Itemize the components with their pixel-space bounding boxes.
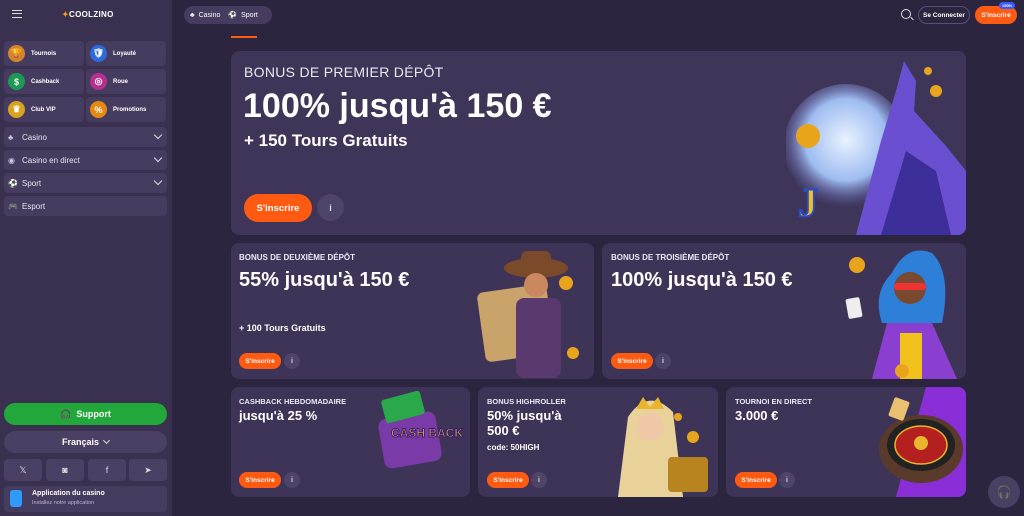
- sidebar-item-esport[interactable]: 🎮 Esport: [4, 196, 167, 216]
- nav-label: Casino: [22, 132, 47, 142]
- sidebar: ✦COOLZINO 🏆 Tournois 🛡 Loyauté $ Cashbac…: [0, 0, 172, 516]
- nav-label: Casino en direct: [22, 155, 80, 165]
- roulette-illustration: [879, 387, 966, 497]
- live-icon: ◉: [8, 155, 15, 165]
- info-icon[interactable]: i: [317, 194, 344, 221]
- promo-card-second-deposit: BONUS DE DEUXIÈME DÉPÔT 55% jusqu'à 150 …: [231, 243, 594, 379]
- promo-signup-button[interactable]: S'inscrire: [487, 472, 529, 488]
- promo-subline: code: 50HIGH: [487, 443, 540, 452]
- tile-label: Tournois: [31, 50, 57, 57]
- instagram-icon[interactable]: ◙: [46, 459, 84, 481]
- promo-signup-button[interactable]: S'inscrire: [239, 353, 281, 369]
- app-download[interactable]: Application du casino Installez notre ap…: [4, 486, 167, 512]
- chat-support-icon[interactable]: 🎧: [988, 476, 1020, 508]
- hero-banner: BONUS DE PREMIER DÉPÔT 100% jusqu'à 150 …: [231, 51, 966, 235]
- promo-headline: 3.000 €: [735, 408, 779, 423]
- hero-kicker: BONUS DE PREMIER DÉPÔT: [244, 64, 444, 80]
- cashback-illustration: CASH BACK: [378, 390, 464, 469]
- info-icon[interactable]: i: [531, 472, 547, 488]
- phone-icon: [10, 490, 22, 507]
- sidebar-tile-promotions[interactable]: % Promotions: [86, 97, 166, 122]
- info-icon[interactable]: i: [284, 353, 300, 369]
- sidebar-header: ✦COOLZINO: [0, 0, 172, 34]
- cashback-icon: $: [8, 73, 25, 90]
- promo-card-third-deposit: BONUS DE TROISIÈME DÉPÔT 100% jusqu'à 15…: [602, 243, 966, 379]
- ball-icon: ⚽: [228, 12, 238, 19]
- promo-headline: jusqu'à 25 %: [239, 408, 318, 423]
- chevron-down-icon[interactable]: [153, 130, 163, 140]
- info-icon[interactable]: i: [655, 353, 671, 369]
- trophy-icon: 🏆: [8, 45, 25, 62]
- promo-card-highroller: BONUS HIGHROLLER 50% jusqu'à 500 € code:…: [478, 387, 718, 497]
- sidebar-tile-club-vip[interactable]: ♛ Club VIP: [4, 97, 84, 122]
- tab-casino[interactable]: Casino: [199, 12, 221, 19]
- support-button[interactable]: 🎧 Support: [4, 403, 167, 425]
- sidebar-tile-tournois[interactable]: 🏆 Tournois: [4, 41, 84, 66]
- info-icon[interactable]: i: [284, 472, 300, 488]
- tile-label: Club VIP: [31, 106, 56, 113]
- gambler-woman-illustration: [845, 250, 957, 379]
- sidebar-item-casino-en-direct[interactable]: ◉ Casino en direct: [4, 150, 167, 170]
- promo-subline: + 100 Tours Gratuits: [239, 323, 326, 333]
- promo-signup-button[interactable]: S'inscrire: [611, 353, 653, 369]
- tile-label: Promotions: [113, 106, 147, 113]
- promo-kicker: BONUS DE TROISIÈME DÉPÔT: [611, 253, 730, 262]
- sidebar-tile-cashback[interactable]: $ Cashback: [4, 69, 84, 94]
- tile-label: Loyauté: [113, 50, 137, 57]
- promo-kicker: BONUS HIGHROLLER: [487, 397, 566, 406]
- hero-signup-button[interactable]: S'inscrire: [244, 194, 312, 222]
- ball-icon: ⚽: [8, 178, 18, 188]
- crown-icon: ♛: [8, 101, 25, 118]
- top-bar: ♣ Casino ⚽ Sport Se Connecter S'inscrire…: [172, 0, 1024, 34]
- info-icon[interactable]: i: [779, 472, 795, 488]
- cards-icon: ♣: [8, 132, 14, 142]
- nav-label: Sport: [22, 178, 42, 188]
- telegram-icon[interactable]: ➤: [129, 459, 167, 481]
- tile-label: Roue: [113, 78, 128, 85]
- nav-label: Esport: [22, 201, 46, 211]
- section-switch: ♣ Casino ⚽ Sport: [184, 6, 272, 24]
- promo-headline: 55% jusqu'à 150 €: [239, 269, 410, 291]
- chevron-down-icon[interactable]: [153, 176, 163, 186]
- gamepad-icon: 🎮: [8, 201, 18, 211]
- search-icon[interactable]: [901, 9, 911, 19]
- sidebar-item-sport[interactable]: ⚽ Sport: [4, 173, 167, 193]
- hero-headline: 100% jusqu'à 150 €: [243, 87, 552, 125]
- svg-text:J: J: [798, 180, 818, 225]
- logo[interactable]: ✦COOLZINO: [62, 10, 114, 19]
- sidebar-tile-loyaute[interactable]: 🛡 Loyauté: [86, 41, 166, 66]
- wolf-illustration: J: [786, 61, 966, 235]
- sidebar-tile-roue[interactable]: ◎ Roue: [86, 69, 166, 94]
- cards-icon: ♣: [190, 11, 195, 19]
- queen-illustration: [618, 397, 708, 497]
- x-icon[interactable]: 𝕏: [4, 459, 42, 481]
- promo-kicker: TOURNOI EN DIRECT: [735, 397, 812, 406]
- chevron-down-icon: [102, 436, 111, 445]
- promo-signup-button[interactable]: S'inscrire: [239, 472, 281, 488]
- tile-label: Cashback: [31, 78, 60, 85]
- hamburger-menu-icon[interactable]: [12, 10, 22, 18]
- hero-subline: + 150 Tours Gratuits: [244, 131, 408, 150]
- promo-card-cashback: CASHBACK HEBDOMADAIRE jusqu'à 25 % S'ins…: [231, 387, 470, 497]
- cashback-art-label: CASH BACK: [391, 426, 463, 440]
- chevron-down-icon[interactable]: [153, 153, 163, 163]
- sidebar-item-casino[interactable]: ♣ Casino: [4, 127, 167, 147]
- active-tab-indicator: [231, 36, 257, 38]
- login-button[interactable]: Se Connecter: [918, 6, 970, 24]
- promo-headline: 100% jusqu'à 150 €: [611, 269, 793, 291]
- shield-icon: 🛡: [90, 45, 107, 62]
- promo-kicker: CASHBACK HEBDOMADAIRE: [239, 397, 347, 406]
- tab-sport[interactable]: Sport: [241, 12, 258, 19]
- language-select[interactable]: Français: [4, 431, 167, 453]
- signup-badge: 150%: [999, 2, 1016, 9]
- promo-headline: 50% jusqu'à 500 €: [487, 408, 562, 438]
- percent-icon: %: [90, 101, 107, 118]
- explorer-illustration: [477, 251, 579, 378]
- facebook-icon[interactable]: f: [88, 459, 126, 481]
- headset-icon: 🎧: [60, 408, 72, 419]
- promo-signup-button[interactable]: S'inscrire: [735, 472, 777, 488]
- wheel-icon: ◎: [90, 73, 107, 90]
- promo-kicker: BONUS DE DEUXIÈME DÉPÔT: [239, 253, 356, 262]
- promo-card-live-tournament: TOURNOI EN DIRECT 3.000 € S'inscrire i: [726, 387, 966, 497]
